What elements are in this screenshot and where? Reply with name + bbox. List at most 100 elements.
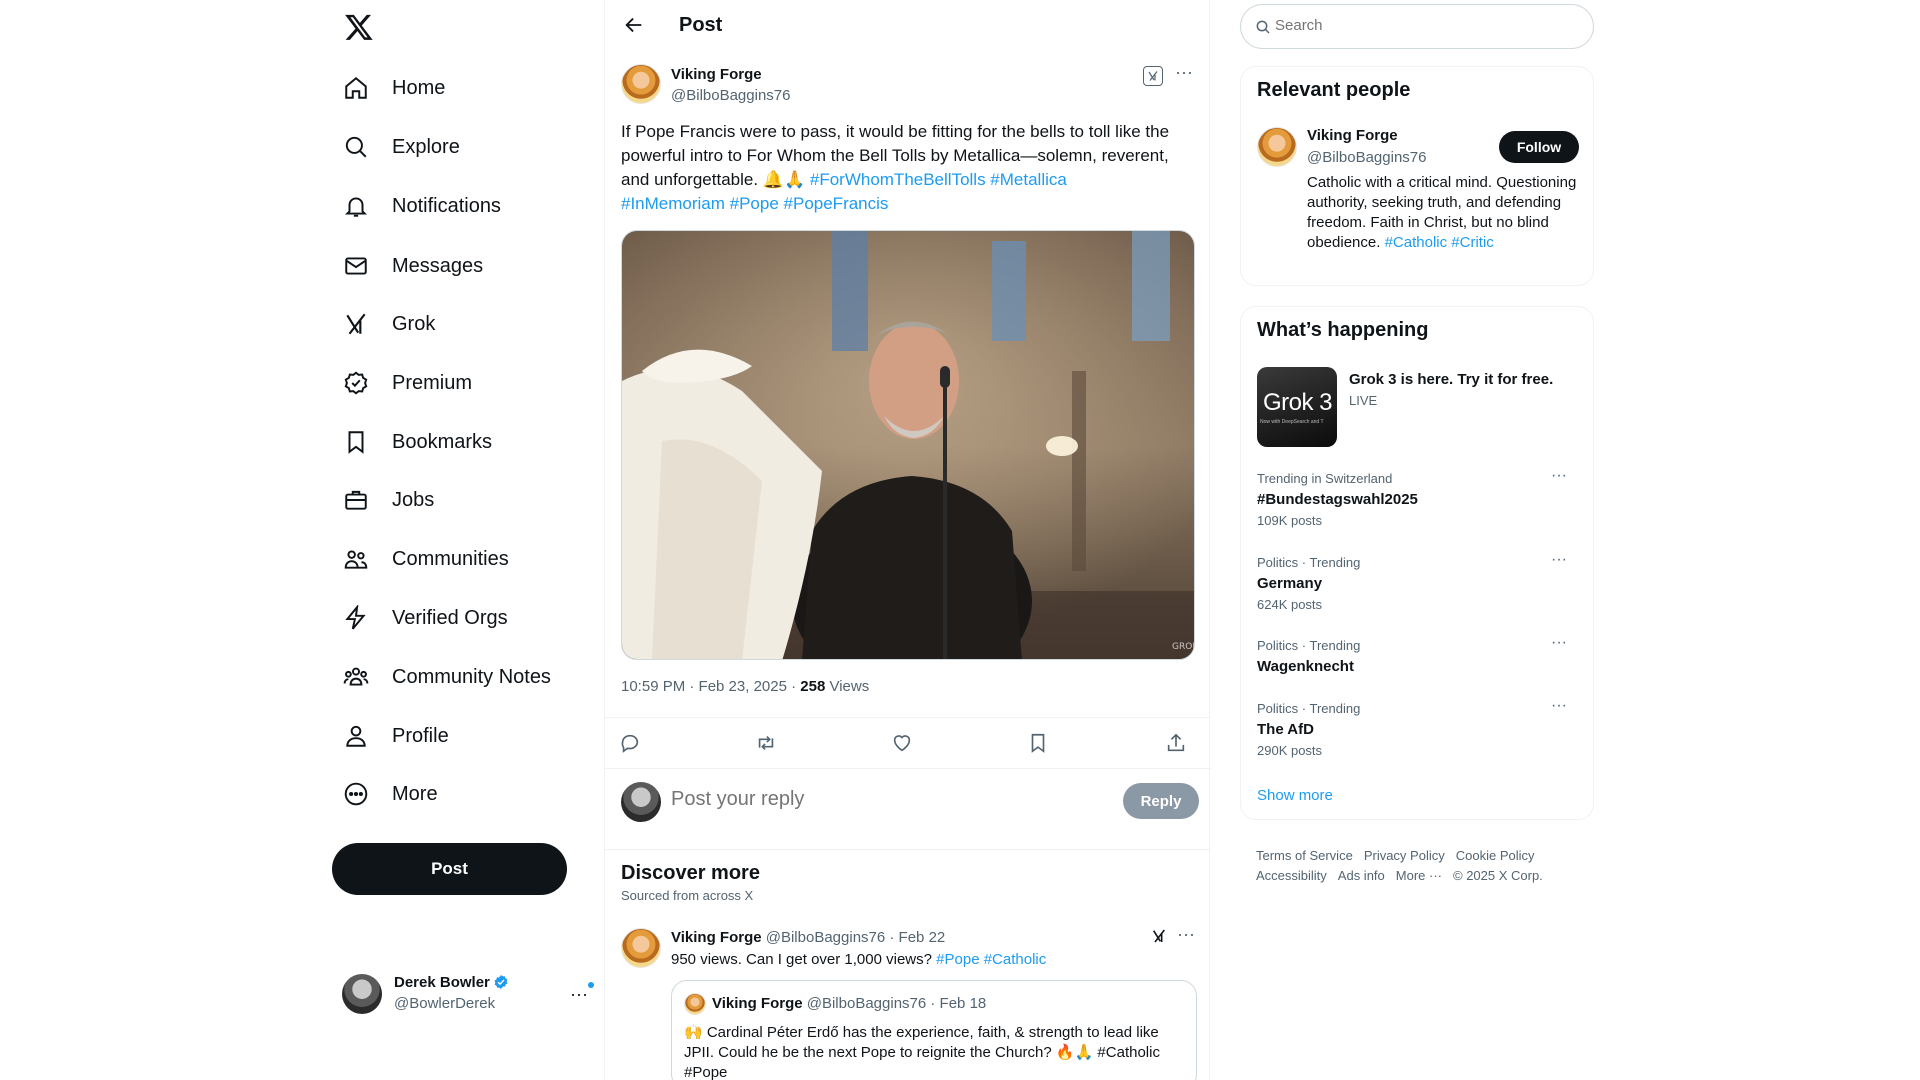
briefcase-icon [342,486,370,514]
avatar[interactable] [1257,127,1297,167]
grok-icon [342,310,370,338]
like-icon[interactable] [891,732,915,756]
author-name[interactable]: Viking Forge [671,66,762,83]
more-dots-icon[interactable]: ··· [1175,62,1193,83]
nav-label: Community Notes [392,665,551,688]
footer-link[interactable]: Accessibility [1256,868,1327,883]
nav-label: Communities [392,547,509,570]
grok-promo-thumbnail[interactable]: Grok 3 Now with DeepSearch and T [1257,367,1337,447]
bookmark-icon [342,428,370,456]
reply-button[interactable]: Reply [1123,783,1199,819]
more-dots-icon[interactable]: ··· [1177,924,1195,945]
hashtags[interactable]: #InMemoriam #Pope #PopeFrancis [621,194,888,213]
author-name[interactable]: Viking Forge [671,929,762,946]
grok-promo-title[interactable]: Grok 3 is here. Try it for free. [1349,371,1553,388]
post-header: Viking Forge @BilboBaggins76 · Feb 18 [712,995,986,1012]
footer-link[interactable]: Cookie Policy [1456,848,1535,863]
avatar[interactable] [621,928,661,968]
discover-subtitle: Sourced from across X [621,888,754,903]
search-input[interactable] [1275,17,1575,34]
post-actions [605,717,1211,769]
envelope-icon [342,252,370,280]
account-switcher[interactable]: Derek Bowler @BowlerDerek ··· [342,970,594,1020]
post-text: 950 views. Can I get over 1,000 views? #… [671,951,1046,968]
more-dots-icon[interactable]: ··· [1551,467,1567,485]
footer-link[interactable]: Ads info [1338,868,1385,883]
nav-messages[interactable]: Messages [342,240,503,292]
more-dots-icon[interactable]: ··· [1551,551,1567,569]
account-name: Derek Bowler [394,974,490,991]
more-circle-icon [342,780,370,808]
nav-label: Messages [392,254,484,277]
quoted-post[interactable]: Viking Forge @BilboBaggins76 · Feb 18 🙌 … [671,980,1197,1080]
hashtags[interactable]: #ForWhomTheBellTolls #Metallica [810,170,1067,189]
nav-home[interactable]: Home [342,62,465,114]
trend-name: The AfD [1257,721,1314,738]
community-notes-icon [342,663,370,691]
lightning-icon [342,604,370,632]
post-text: If Pope Francis were to pass, it would b… [621,120,1196,216]
retweet-icon[interactable] [755,732,779,756]
bookmark-icon[interactable] [1027,732,1051,756]
follow-button[interactable]: Follow [1499,131,1579,163]
copyright: © 2025 X Corp. [1453,868,1543,883]
trend-name: Germany [1257,575,1323,592]
nav-label: Grok [392,312,436,335]
reply-input[interactable] [671,788,1071,811]
author-handle[interactable]: @BilboBaggins76 [671,87,790,104]
nav-explore[interactable]: Explore [342,121,480,173]
hashtags[interactable]: #Catholic #Critic [1385,234,1494,251]
trend-context: Politics · Trending [1257,555,1361,570]
nav-label: Verified Orgs [392,606,508,629]
avatar [342,974,382,1014]
nav-label: Profile [392,724,449,747]
communities-icon [342,545,370,573]
person-name[interactable]: Viking Forge [1307,127,1398,144]
nav-verified-orgs[interactable]: Verified Orgs [342,592,528,644]
nav-label: Jobs [392,488,435,511]
x-logo-icon[interactable] [344,12,374,42]
share-icon[interactable] [1165,732,1189,756]
nav-community-notes[interactable]: Community Notes [342,651,571,703]
footer-link[interactable]: Terms of Service [1256,848,1353,863]
nav-more[interactable]: More [342,768,458,820]
nav-premium[interactable]: Premium [342,357,492,409]
grok-icon[interactable] [1151,928,1167,944]
author-meta: @BilboBaggins76 · Feb 18 [802,995,987,1012]
avatar[interactable] [621,64,661,104]
nav-profile[interactable]: Profile [342,710,469,762]
trend-item[interactable]: Politics · Trending Germany 624K posts ·… [1241,551,1595,625]
grok-icon[interactable] [1143,66,1163,86]
post-timestamp[interactable]: 10:59 PM · Feb 23, 2025 · [621,678,800,695]
footer-link[interactable]: More ··· [1396,868,1442,883]
back-arrow-icon[interactable] [623,14,645,36]
relevant-people-card: Relevant people Viking Forge @BilboBaggi… [1240,66,1594,286]
more-dots-icon[interactable]: ··· [1551,697,1567,715]
search-icon [342,133,370,161]
nav-jobs[interactable]: Jobs [342,474,454,526]
show-more-link[interactable]: Show more [1257,787,1333,804]
nav-notifications[interactable]: Notifications [342,180,521,232]
hashtags[interactable]: #Pope #Catholic [936,951,1046,968]
post-image[interactable]: GROK [621,230,1195,660]
views-label: Views [825,678,870,695]
more-dots-icon[interactable]: ··· [1551,634,1567,652]
author-name: Viking Forge [712,995,803,1012]
trend-count: 624K posts [1257,597,1323,612]
nav-bookmarks[interactable]: Bookmarks [342,416,512,468]
nav-grok[interactable]: Grok [342,298,455,350]
post-button[interactable]: Post [332,843,567,895]
grok-thumb-title: Grok 3 [1263,389,1333,416]
post-body: 950 views. Can I get over 1,000 views? [671,951,937,968]
trend-item[interactable]: Politics · Trending The AfD 290K posts ·… [1241,697,1595,771]
more-dots-icon[interactable]: ··· [570,984,588,1005]
footer-link[interactable]: Privacy Policy [1364,848,1445,863]
post-text: 🙌 Cardinal Péter Erdő has the experience… [684,1024,1160,1080]
search-bar[interactable] [1240,4,1594,49]
trend-item[interactable]: Trending in Switzerland #Bundestagswahl2… [1241,467,1595,541]
person-handle: @BilboBaggins76 [1307,149,1427,166]
trend-item[interactable]: Politics · Trending Wagenknecht ··· [1241,634,1595,708]
reply-icon[interactable] [619,732,643,756]
trend-count: 109K posts [1257,513,1323,528]
nav-communities[interactable]: Communities [342,533,529,585]
